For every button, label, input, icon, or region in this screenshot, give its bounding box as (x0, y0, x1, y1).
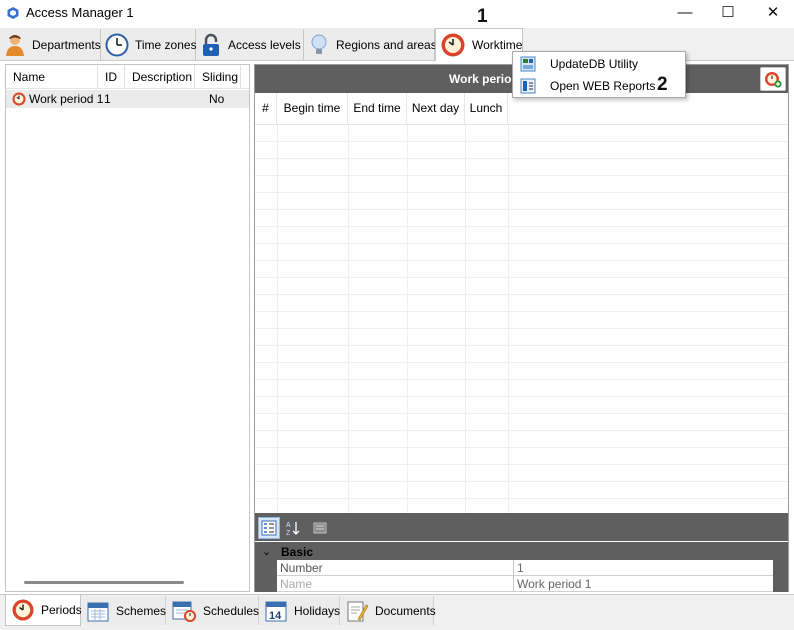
tab-worktime[interactable]: Worktime (435, 28, 523, 61)
title-bar: Access Manager 1 — ☐ ✕ (0, 0, 794, 28)
worktime-clock-icon (12, 599, 34, 621)
column-header-description[interactable]: Description (125, 65, 195, 89)
maximize-button[interactable]: ☐ (705, 0, 751, 28)
property-value[interactable]: 1 (517, 561, 524, 575)
alphabetical-sort-button[interactable]: A Z (282, 517, 304, 539)
tab-periods-label: Periods (41, 603, 82, 617)
property-pages-button[interactable] (309, 517, 331, 539)
sort-az-icon: A Z (286, 522, 300, 536)
add-period-button[interactable] (760, 67, 786, 91)
padlock-icon (203, 33, 219, 56)
categorized-icon (261, 520, 277, 536)
column-header-begin-time[interactable]: Begin time (277, 93, 348, 125)
row-name: Work period 1 (29, 92, 104, 106)
grid-line (407, 125, 408, 513)
horizontal-scrollbar[interactable] (24, 581, 184, 584)
property-grid: ⌄ Basic Number 1 Name Work period 1 (255, 542, 788, 592)
tab-time-zones[interactable]: Time zones (101, 29, 197, 60)
row-id: 1 (104, 92, 111, 106)
svg-text:Z: Z (286, 530, 291, 536)
person-icon (6, 34, 24, 56)
clock-icon (105, 33, 129, 56)
tab-holidays[interactable]: 14 Holidays (259, 596, 340, 625)
tab-schemes[interactable]: Schemes (81, 596, 166, 625)
svg-text:14: 14 (269, 610, 282, 622)
grid-line (277, 125, 278, 513)
column-header-next-day[interactable]: Next day (407, 93, 465, 125)
lightbulb-icon (311, 34, 327, 54)
tab-regions-and-areas-label: Regions and areas (336, 37, 437, 52)
intervals-table-body[interactable] (255, 125, 788, 513)
categorized-view-button[interactable] (258, 517, 280, 539)
list-header: Name ID Description Sliding (6, 65, 249, 89)
database-utility-icon (520, 56, 536, 72)
grid-line (508, 125, 509, 513)
property-row-name[interactable]: Name Work period 1 (277, 576, 773, 592)
work-periods-list: Name ID Description Sliding Work period … (5, 64, 250, 592)
menu-item-label: UpdateDB Utility (550, 57, 639, 71)
property-value[interactable]: Work period 1 (517, 577, 591, 591)
worktime-clock-icon (12, 92, 26, 106)
column-header-name[interactable]: Name (6, 65, 98, 89)
tab-departments-label: Departments (32, 37, 101, 52)
tab-access-levels-label: Access levels (228, 37, 301, 52)
property-pages-icon (313, 522, 327, 534)
calendar-icon (87, 602, 109, 621)
grid-line (465, 125, 466, 513)
calendar-14-icon: 14 (265, 601, 287, 622)
minimize-button[interactable]: — (662, 0, 708, 28)
grid-line (348, 125, 349, 513)
column-header-lunch[interactable]: Lunch (465, 93, 508, 125)
property-category-basic[interactable]: ⌄ Basic (255, 544, 773, 560)
property-grid-toolbar: A Z (255, 513, 788, 541)
collapse-chevron-icon[interactable]: ⌄ (262, 545, 271, 558)
divider (513, 560, 514, 576)
window-title: Access Manager 1 (26, 5, 134, 20)
svg-text:A: A (286, 522, 291, 529)
property-row-number[interactable]: Number 1 (277, 560, 773, 576)
tab-schemes-label: Schemes (116, 603, 167, 618)
work-period-detail-panel: Work period # Begin time End time Next d… (254, 64, 789, 592)
tab-regions-and-areas[interactable]: Regions and areas (304, 29, 437, 60)
calendar-clock-icon (172, 601, 196, 622)
tab-holidays-label: Holidays (294, 603, 341, 618)
tab-schedules[interactable]: Schedules (166, 596, 259, 625)
menu-item-label: Open WEB Reports (550, 79, 656, 93)
column-header-id[interactable]: ID (98, 65, 125, 89)
section-tab-bar: Periods Schemes Schedules 14 Holidays Do… (0, 594, 794, 630)
app-logo-icon (7, 7, 19, 19)
tab-documents[interactable]: Documents (340, 596, 436, 625)
column-header-number[interactable]: # (255, 93, 277, 125)
column-header-end-time[interactable]: End time (348, 93, 407, 125)
panel-title: Work period (449, 72, 519, 86)
property-name: Name (280, 577, 313, 591)
document-pencil-icon (347, 601, 369, 621)
tab-worktime-label: Worktime (472, 38, 523, 52)
property-category-label: Basic (281, 545, 314, 559)
tab-documents-label: Documents (375, 603, 436, 618)
divider (513, 576, 514, 592)
row-sliding: No (209, 92, 225, 106)
step-annotation-1: 1 (477, 6, 488, 27)
worktime-add-icon (765, 72, 782, 88)
tab-schedules-label: Schedules (203, 603, 260, 618)
web-reports-icon (520, 78, 536, 94)
column-header-sliding[interactable]: Sliding (195, 65, 241, 89)
tab-time-zones-label: Time zones (135, 37, 197, 52)
list-row[interactable]: Work period 1 1 No (6, 90, 249, 108)
step-annotation-2: 2 (657, 74, 668, 95)
close-button[interactable]: ✕ (750, 0, 794, 28)
tab-departments[interactable]: Departments (0, 29, 101, 60)
tab-periods[interactable]: Periods (5, 595, 82, 626)
worktime-clock-icon (441, 33, 465, 57)
menu-item-updatedb-utility[interactable]: UpdateDB Utility (514, 53, 684, 75)
property-name: Number (280, 561, 323, 575)
tab-access-levels[interactable]: Access levels (196, 29, 304, 60)
